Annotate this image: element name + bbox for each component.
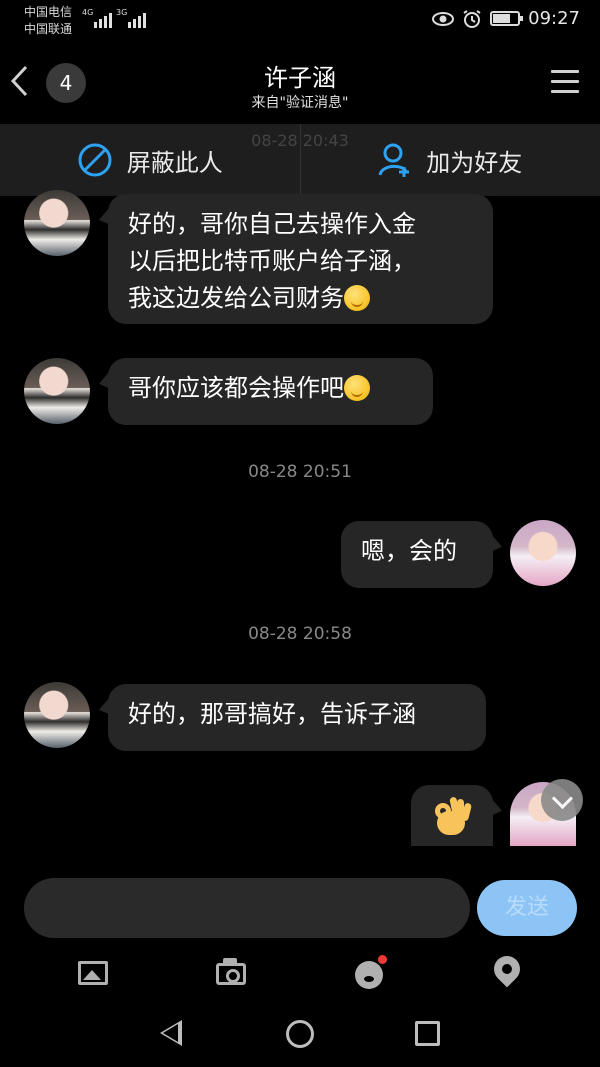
self-avatar[interactable] — [510, 520, 576, 586]
input-area: 发送 — [0, 846, 600, 1067]
message-text: 好的，那哥搞好，告诉子涵 — [128, 700, 416, 728]
signal-3g-icon: 3G — [116, 8, 146, 28]
send-button[interactable]: 发送 — [477, 880, 577, 936]
sticker-icon[interactable] — [349, 953, 389, 993]
carrier-2: 中国联通 — [24, 22, 73, 36]
message-text: 嗯，会的 — [361, 537, 457, 565]
message-bubble[interactable]: 好的，那哥搞好，告诉子涵 — [108, 684, 486, 751]
battery-icon — [490, 11, 524, 26]
status-bar: 中国电信 中国联通 4G 3G 09:27 — [0, 0, 600, 44]
image-icon[interactable] — [74, 953, 114, 993]
smile-emoji-icon — [344, 285, 370, 311]
chat-subtitle: 来自"验证消息" — [251, 95, 349, 111]
carrier-1: 中国电信 — [24, 5, 73, 19]
message-bubble[interactable] — [411, 785, 493, 846]
back-triangle-icon[interactable] — [160, 1020, 182, 1046]
recents-square-icon[interactable] — [415, 1021, 440, 1046]
chat-header: 4 许子涵 来自"验证消息" — [0, 44, 600, 124]
contact-avatar[interactable] — [24, 358, 90, 424]
camera-icon[interactable] — [211, 953, 251, 993]
message-text: 哥你应该都会操作吧 — [128, 374, 344, 402]
eye-icon — [432, 11, 455, 27]
message-input[interactable] — [24, 878, 470, 938]
message-text: 好的，哥你自己去操作入金 以后把比特币账户给子涵， 我这边发给公司财务 — [128, 210, 416, 312]
hidden-timestamp: 08-28 20:43 — [251, 131, 349, 150]
home-circle-icon[interactable] — [286, 1020, 314, 1048]
carrier-info: 中国电信 中国联通 — [24, 4, 72, 38]
contact-avatar[interactable] — [24, 190, 90, 256]
location-icon[interactable] — [486, 950, 526, 993]
ok-hand-emoji-icon — [433, 796, 473, 837]
message-bubble[interactable]: 哥你应该都会操作吧 — [108, 358, 433, 425]
alarm-icon — [462, 9, 482, 29]
scroll-to-bottom-button[interactable] — [541, 779, 583, 821]
message-bubble[interactable]: 好的，哥你自己去操作入金 以后把比特币账户给子涵， 我这边发给公司财务 — [108, 194, 493, 324]
message-bubble[interactable]: 嗯，会的 — [341, 521, 493, 588]
smile-emoji-icon — [344, 375, 370, 401]
message-timestamp: 08-28 20:58 — [248, 624, 352, 644]
contact-avatar[interactable] — [24, 682, 90, 748]
notification-dot — [377, 955, 387, 964]
system-navigation-bar — [0, 1006, 600, 1066]
clock-time: 09:27 — [528, 8, 580, 29]
input-toolbar — [0, 948, 600, 998]
message-timestamp: 08-28 20:51 — [248, 462, 352, 482]
menu-icon[interactable] — [542, 58, 588, 104]
chat-title: 许子涵 — [264, 64, 336, 92]
signal-4g-icon: 4G — [82, 8, 112, 28]
